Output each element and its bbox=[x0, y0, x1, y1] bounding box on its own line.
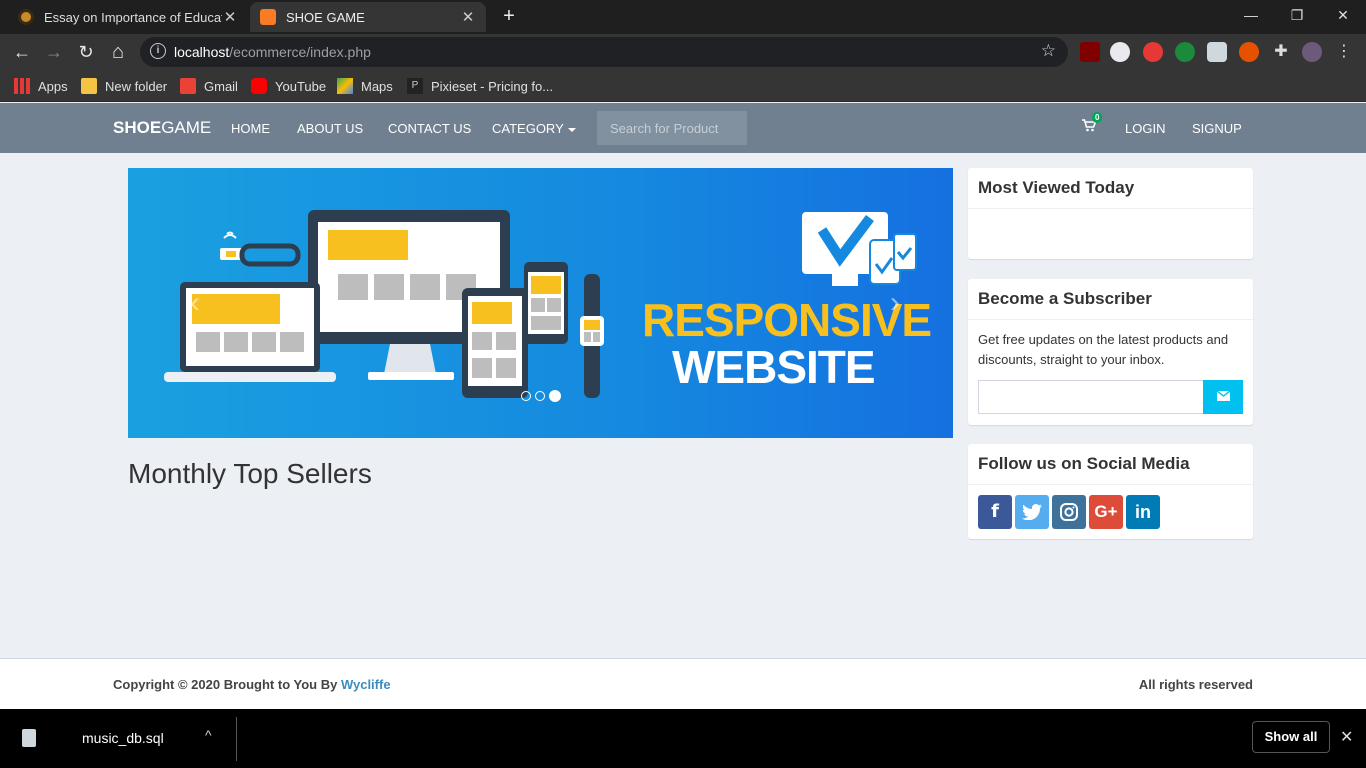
bookmark-apps[interactable]: Apps bbox=[14, 76, 68, 96]
most-viewed-box: Most Viewed Today bbox=[968, 168, 1253, 259]
subscribe-button[interactable] bbox=[1203, 380, 1243, 414]
download-item[interactable]: music_db.sql bbox=[82, 730, 164, 746]
bookmark-maps[interactable]: Maps bbox=[337, 76, 393, 96]
caret-down-icon bbox=[567, 127, 576, 132]
back-button[interactable]: ← bbox=[10, 40, 34, 64]
instagram-icon[interactable] bbox=[1052, 495, 1086, 529]
instagram-glyph bbox=[1060, 503, 1078, 521]
tab-title: SHOE GAME bbox=[286, 9, 365, 25]
new-tab-button[interactable]: + bbox=[496, 6, 522, 28]
profile-avatar[interactable] bbox=[1302, 42, 1322, 62]
carousel-dot[interactable] bbox=[535, 391, 545, 401]
extensions-puzzle-icon[interactable]: ✚ bbox=[1271, 42, 1291, 62]
subscriber-text: Get free updates on the latest products … bbox=[978, 332, 1229, 367]
utorrent-extension-icon[interactable] bbox=[1175, 42, 1195, 62]
nav-contact-us[interactable]: CONTACT US bbox=[388, 121, 471, 136]
banner-headline-1: RESPONSIVE bbox=[642, 294, 932, 346]
maps-icon bbox=[337, 78, 353, 94]
essay-favicon-icon bbox=[18, 9, 34, 25]
browser-toolbar: ← → ↻ ⌂ i localhost/ecommerce/index.php … bbox=[0, 34, 1366, 70]
hero-carousel[interactable]: RESPONSIVE WEBSITE ‹ › bbox=[128, 168, 953, 438]
sql-file-icon bbox=[22, 729, 36, 747]
browser-tab-bar: Essay on Importance of Education ✕ SHOE … bbox=[0, 0, 1366, 34]
divider bbox=[236, 717, 237, 761]
social-media-title: Follow us on Social Media bbox=[968, 444, 1253, 485]
site-footer: Copyright © 2020 Brought to You By Wycli… bbox=[0, 658, 1366, 709]
tab-close-icon[interactable]: ✕ bbox=[460, 8, 476, 26]
author-link[interactable]: Wycliffe bbox=[341, 677, 391, 692]
translate-extension-icon[interactable] bbox=[1110, 42, 1130, 62]
site-info-icon[interactable]: i bbox=[150, 43, 166, 59]
carousel-next-icon[interactable]: › bbox=[890, 286, 900, 320]
forward-button[interactable]: → bbox=[42, 40, 66, 64]
rights-text: All rights reserved bbox=[1138, 677, 1253, 692]
bookmark-new-folder[interactable]: New folder bbox=[81, 76, 167, 96]
most-viewed-title: Most Viewed Today bbox=[968, 168, 1253, 209]
robot-extension-icon[interactable] bbox=[1207, 42, 1227, 62]
social-media-box: Follow us on Social Media f G+ in bbox=[968, 444, 1253, 539]
bookmark-youtube[interactable]: YouTube bbox=[251, 76, 326, 96]
bookmark-gmail[interactable]: Gmail bbox=[180, 76, 238, 96]
nav-category-dropdown[interactable]: CATEGORY bbox=[492, 121, 576, 136]
site-logo[interactable]: SHOEGAME bbox=[113, 118, 211, 138]
product-search-input[interactable] bbox=[597, 111, 747, 145]
apps-grid-icon bbox=[14, 78, 30, 94]
google-plus-icon[interactable]: G+ bbox=[1089, 495, 1123, 529]
nav-home[interactable]: HOME bbox=[231, 121, 270, 136]
pixieset-icon: P bbox=[407, 78, 423, 94]
address-bar[interactable]: i localhost/ecommerce/index.php ☆ bbox=[140, 37, 1068, 67]
youtube-icon bbox=[251, 78, 267, 94]
carousel-dot[interactable] bbox=[521, 391, 531, 401]
fire-extension-icon[interactable] bbox=[1239, 42, 1259, 62]
banner-headline-2: WEBSITE bbox=[672, 341, 876, 393]
bookmarks-bar: Apps New folder Gmail YouTube Maps P Pix… bbox=[0, 70, 1366, 102]
downloads-close-icon[interactable]: ✕ bbox=[1340, 727, 1353, 747]
home-button[interactable]: ⌂ bbox=[106, 40, 130, 64]
site-navbar: SHOEGAME HOME ABOUT US CONTACT US CATEGO… bbox=[0, 103, 1366, 153]
stop-extension-icon[interactable] bbox=[1143, 42, 1163, 62]
show-all-button[interactable]: Show all bbox=[1252, 721, 1330, 753]
window-close-button[interactable]: ✕ bbox=[1320, 0, 1366, 30]
carousel-dot-active[interactable] bbox=[549, 390, 561, 402]
twitter-icon[interactable] bbox=[1015, 495, 1049, 529]
bookmark-star-icon[interactable]: ☆ bbox=[1041, 41, 1056, 61]
subscriber-box: Become a Subscriber Get free updates on … bbox=[968, 279, 1253, 425]
folder-icon bbox=[81, 78, 97, 94]
ublock-extension-icon[interactable] bbox=[1080, 42, 1100, 62]
linkedin-icon[interactable]: in bbox=[1126, 495, 1160, 529]
subscriber-email-input[interactable] bbox=[978, 380, 1204, 414]
envelope-icon bbox=[1216, 390, 1230, 401]
reload-button[interactable]: ↻ bbox=[74, 40, 98, 64]
carousel-indicators bbox=[521, 390, 561, 402]
carousel-prev-icon[interactable]: ‹ bbox=[190, 286, 200, 320]
tab-close-icon[interactable]: ✕ bbox=[222, 8, 238, 26]
downloads-bar: music_db.sql ^ Show all ✕ bbox=[0, 709, 1366, 768]
facebook-icon[interactable]: f bbox=[978, 495, 1012, 529]
cart-button[interactable]: 0 bbox=[1082, 112, 1103, 135]
url-text[interactable]: localhost/ecommerce/index.php bbox=[174, 44, 371, 60]
monthly-top-sellers-heading: Monthly Top Sellers bbox=[128, 458, 372, 489]
tab-shoe-game[interactable]: SHOE GAME ✕ bbox=[250, 2, 486, 32]
maximize-button[interactable]: ❐ bbox=[1274, 0, 1320, 30]
minimize-button[interactable]: — bbox=[1228, 0, 1274, 30]
nav-signup[interactable]: SIGNUP bbox=[1192, 121, 1242, 136]
bookmark-pixieset[interactable]: P Pixieset - Pricing fo... bbox=[407, 76, 553, 96]
tab-essay[interactable]: Essay on Importance of Education ✕ bbox=[8, 2, 248, 32]
tab-title: Essay on Importance of Education bbox=[44, 9, 222, 25]
twitter-bird-glyph bbox=[1022, 504, 1042, 521]
menu-kebab-icon[interactable]: ⋮ bbox=[1334, 42, 1354, 62]
cart-count-badge: 0 bbox=[1092, 112, 1103, 123]
subscriber-title: Become a Subscriber bbox=[968, 279, 1253, 320]
copyright-text: Copyright © 2020 Brought to You By Wycli… bbox=[113, 677, 391, 692]
chevron-up-icon[interactable]: ^ bbox=[205, 727, 212, 743]
nav-about-us[interactable]: ABOUT US bbox=[297, 121, 363, 136]
nav-login[interactable]: LOGIN bbox=[1125, 121, 1165, 136]
xampp-favicon-icon bbox=[260, 9, 276, 25]
gmail-icon bbox=[180, 78, 196, 94]
